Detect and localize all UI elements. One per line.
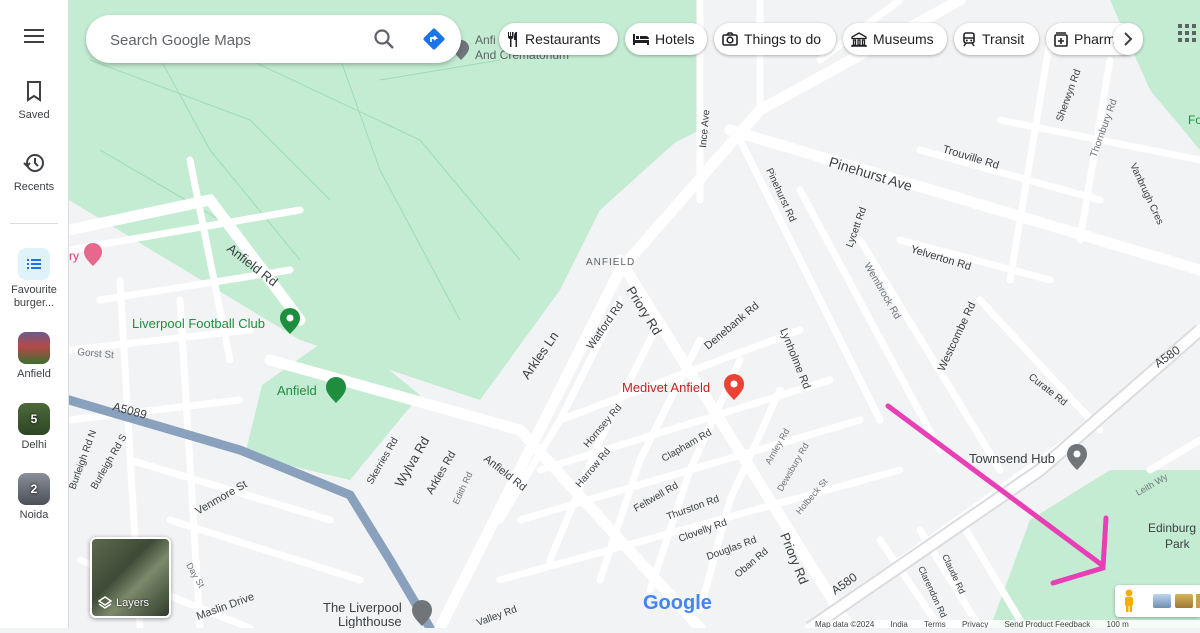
chip-restaurants[interactable]: Restaurants [499, 23, 618, 55]
search-icon [374, 29, 394, 49]
layers-icon [98, 596, 112, 609]
place-label-anfield: Anfield [277, 383, 317, 398]
chip-label: Hotels [655, 31, 695, 47]
bookmark-icon [27, 81, 41, 102]
sidebar: Saved Recents Favourite burger... Anfiel… [0, 0, 69, 628]
recents-button[interactable]: Recents [0, 152, 68, 194]
chip-label: Things to do [744, 31, 822, 47]
chip-label: Restaurants [525, 31, 601, 47]
chip-transit[interactable]: Transit [954, 23, 1039, 55]
camera-icon [722, 32, 738, 46]
list-icon-tile [18, 248, 50, 280]
anfield-thumbnail [18, 332, 50, 364]
place-label-edinburgh-1: Edinburg [1148, 521, 1196, 535]
list-icon [27, 259, 41, 269]
imagery-thumbnail-1[interactable] [1153, 594, 1171, 608]
pegman-icon[interactable] [1122, 589, 1136, 613]
feedback-link[interactable]: Send Product Feedback [1004, 620, 1090, 628]
apps-grid-icon [1178, 24, 1196, 42]
list-anfield[interactable]: Anfield [0, 332, 68, 381]
history-icon [23, 154, 44, 172]
list-label: Anfield [17, 368, 51, 380]
chip-label: Transit [982, 31, 1025, 47]
place-label-liverpool-fc: Liverpool Football Club [132, 316, 265, 331]
chips-next-button[interactable] [1113, 23, 1143, 55]
street-view-controls [1115, 585, 1200, 617]
list-favourite-burger[interactable]: Favourite burger... [0, 248, 68, 310]
directions-button[interactable] [422, 27, 446, 56]
map-canvas[interactable]: ANFIELD Pinehurst Ave Yelverton Rd Trouv… [63, 0, 1200, 633]
place-label-lighthouse-2: Lighthouse [338, 614, 402, 628]
terms-link[interactable]: Terms [924, 620, 946, 628]
chevron-right-icon [1124, 32, 1133, 46]
pin-dot [1073, 450, 1081, 458]
place-label-lighthouse-1: The Liverpool [323, 600, 402, 615]
saved-button[interactable]: Saved [0, 80, 68, 122]
delhi-thumbnail: 5 [18, 403, 50, 435]
place-label-edinburgh-2: Park [1165, 537, 1191, 551]
pin-dot [286, 314, 294, 322]
imagery-thumbnail-2[interactable] [1175, 594, 1193, 608]
pharmacy-icon [1054, 31, 1068, 47]
list-delhi[interactable]: 5 Delhi [0, 403, 68, 452]
search-box [86, 15, 461, 63]
layers-button[interactable]: Layers [90, 537, 171, 618]
saved-label: Saved [18, 109, 50, 121]
place-label-park-f: Fo [1188, 113, 1200, 127]
chip-label: Museums [873, 31, 934, 47]
fork-knife-icon [507, 31, 519, 47]
search-input[interactable] [108, 27, 362, 53]
map-footer: Map data ©2024 India Terms Privacy Send … [815, 620, 1200, 628]
scale-label: 100 m [1106, 620, 1129, 628]
list-count-badge: 2 [30, 482, 38, 496]
hamburger-menu-icon [24, 29, 44, 43]
search-button[interactable] [373, 28, 395, 55]
place-label-townsend: Townsend Hub [969, 451, 1055, 466]
noida-thumbnail: 2 [18, 473, 50, 505]
sidebar-divider [10, 223, 58, 224]
list-label: Delhi [21, 439, 47, 451]
google-logo: Google [643, 592, 712, 614]
train-icon [962, 31, 976, 47]
layers-label-group: Layers [98, 596, 149, 610]
chip-things-to-do[interactable]: Things to do [714, 23, 836, 55]
country-link[interactable]: India [891, 620, 908, 628]
directions-icon [423, 28, 445, 50]
imagery-thumbnail-3[interactable] [1196, 594, 1200, 608]
list-label: Favourite burger... [11, 284, 57, 309]
layers-label: Layers [116, 597, 150, 609]
area-label-anfield: ANFIELD [586, 257, 635, 268]
map-data-text: Map data ©2024 [815, 620, 875, 628]
place-label-crem-1: Anfi [475, 33, 496, 47]
google-apps-button[interactable] [1178, 24, 1196, 47]
list-label: Noida [19, 509, 49, 521]
chip-hotels[interactable]: Hotels [625, 23, 707, 55]
privacy-link[interactable]: Privacy [962, 620, 988, 628]
recents-label: Recents [13, 181, 55, 193]
museum-icon [851, 31, 867, 47]
pin-dot [730, 380, 738, 388]
bed-icon [633, 33, 649, 45]
place-label-medivet: Medivet Anfield [622, 380, 710, 395]
place-label-hotel-partial: ry [69, 249, 79, 263]
menu-button[interactable] [0, 28, 68, 47]
chip-museums[interactable]: Museums [843, 23, 947, 55]
list-count-badge: 5 [30, 412, 38, 426]
list-noida[interactable]: 2 Noida [0, 473, 68, 522]
